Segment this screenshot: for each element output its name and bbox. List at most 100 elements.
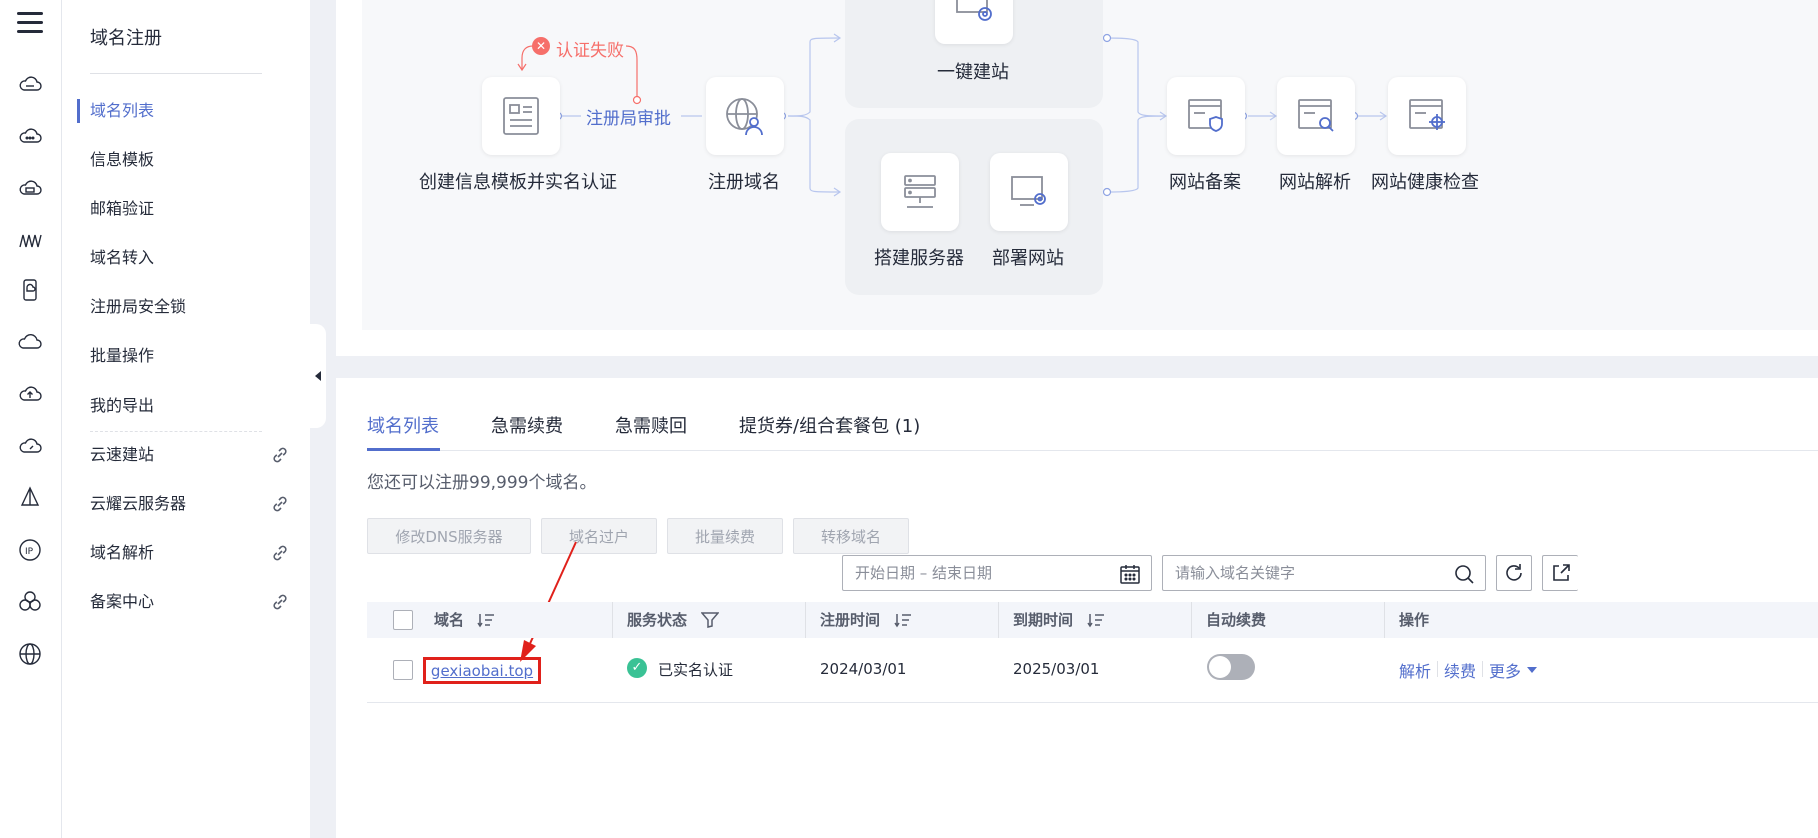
registration-date: 2024/03/01 (820, 660, 907, 678)
browser-crosshair-icon (1409, 99, 1445, 130)
refresh-button[interactable] (1496, 555, 1532, 591)
menu-item-label: 备案中心 (90, 592, 155, 611)
svg-text:IP: IP (25, 547, 34, 557)
active-tab-indicator (367, 448, 440, 451)
monitor-gear-icon (1011, 176, 1046, 206)
menu-item-registry-lock[interactable]: 注册局安全锁 (90, 295, 300, 319)
step-create-template-label: 创建信息模板并实名认证 (419, 172, 617, 193)
cloud-dots-icon[interactable] (16, 122, 44, 150)
section-divider (336, 356, 1818, 378)
chevron-left-icon (315, 371, 321, 381)
sort-icon[interactable] (894, 612, 912, 628)
icp-label: 网站备案 (1169, 172, 1241, 193)
modify-dns-button[interactable]: 修改DNS服务器 (367, 518, 531, 554)
tab-domain-list[interactable]: 域名列表 (367, 412, 439, 438)
move-domain-button[interactable]: 转移域名 (793, 518, 909, 554)
dns-node (1277, 77, 1355, 155)
menu-item-site-builder[interactable]: 云速建站 (90, 443, 300, 467)
register-domain-node (706, 77, 784, 155)
menu-item-icp-center[interactable]: 备案中心 (90, 590, 300, 614)
menu-item-dns[interactable]: 域名解析 (90, 541, 300, 565)
menu-icon[interactable] (17, 12, 43, 36)
ip-icon[interactable]: IP (16, 536, 44, 564)
wave-icon[interactable] (16, 226, 44, 254)
row-checkbox[interactable] (393, 660, 413, 680)
one-click-build-label: 一键建站 (937, 62, 1009, 83)
select-all-checkbox[interactable] (393, 610, 413, 630)
cloud-database-icon[interactable] (16, 174, 44, 202)
globe-user-icon (726, 98, 763, 136)
link-icon (273, 447, 287, 463)
id-card-icon (503, 97, 539, 135)
col-exp-date: 到期时间 (1013, 611, 1074, 629)
refresh-icon (1506, 564, 1522, 581)
cloud-server-icon[interactable] (16, 70, 44, 98)
renew-action-link[interactable]: 续费 (1444, 658, 1476, 682)
health-check-node (1388, 77, 1466, 155)
check-circle-icon: ✓ (627, 658, 647, 678)
auto-renew-toggle[interactable] (1207, 654, 1255, 680)
tab-renew-urgent[interactable]: 急需续费 (491, 412, 563, 438)
column-separator (998, 602, 999, 638)
menu-item-label: 域名列表 (90, 101, 155, 120)
menu-item-domain-list[interactable]: 域名列表 (77, 99, 300, 123)
sail-icon[interactable] (16, 484, 44, 512)
col-status: 服务状态 (627, 611, 688, 629)
filter-icon[interactable] (701, 612, 719, 628)
resolve-action-link[interactable]: 解析 (1399, 658, 1431, 682)
mobile-cloud-icon[interactable] (16, 276, 44, 304)
sort-icon[interactable] (1087, 612, 1105, 628)
flow-card: 创建信息模板并实名认证 ✕ 认证失败 注册局审批 注册域名 一键建站 搭建服务器… (336, 0, 1818, 356)
menu-item-domain-transfer-in[interactable]: 域名转入 (90, 246, 300, 270)
cloud-monitor-icon[interactable] (16, 432, 44, 460)
menu-divider (90, 431, 262, 432)
export-icon (1552, 564, 1570, 581)
date-range-picker[interactable]: 开始日期 – 结束日期 (842, 555, 1152, 591)
deploy-site-label: 部署网站 (992, 248, 1064, 269)
menu-item-label: 我的导出 (90, 396, 155, 415)
action-separator (1437, 661, 1438, 677)
clover-icon[interactable] (16, 588, 44, 616)
link-icon (273, 545, 287, 561)
main-content: 创建信息模板并实名认证 ✕ 认证失败 注册局审批 注册域名 一键建站 搭建服务器… (336, 0, 1818, 838)
caret-down-icon[interactable] (1527, 666, 1537, 674)
menu-item-label: 邮箱验证 (90, 199, 155, 218)
browser-search-icon (1298, 99, 1334, 132)
info-template-node (482, 77, 560, 155)
domain-search-input[interactable]: 请输入域名关键字 (1162, 555, 1486, 591)
cloud-icon[interactable] (16, 328, 44, 356)
quota-note: 您还可以注册99,999个域名。 (367, 473, 597, 493)
toggle-knob (1209, 656, 1231, 678)
side-menu: 域名注册 域名列表 信息模板 邮箱验证 域名转入 注册局安全锁 批量操作 我的导… (62, 0, 310, 838)
registry-approval-label: 注册局审批 (586, 109, 671, 129)
link-icon (273, 496, 287, 512)
cloud-upload-icon[interactable] (16, 380, 44, 408)
service-status: 已实名认证 (658, 661, 734, 679)
menu-item-email-verify[interactable]: 邮箱验证 (90, 197, 300, 221)
menu-item-batch-ops[interactable]: 批量操作 (90, 344, 300, 368)
tab-vouchers[interactable]: 提货券/组合套餐包 (1) (739, 412, 920, 438)
icp-node (1167, 77, 1245, 155)
search-icon[interactable] (1453, 563, 1475, 585)
menu-item-my-exports[interactable]: 我的导出 (90, 394, 300, 418)
column-separator (1384, 602, 1385, 638)
export-button[interactable] (1542, 555, 1578, 591)
menu-item-label: 信息模板 (90, 150, 155, 169)
domain-name-link[interactable]: gexiaobai.top (423, 657, 541, 684)
column-separator (612, 602, 613, 638)
menu-item-info-template[interactable]: 信息模板 (90, 148, 300, 172)
menu-item-flexus-server[interactable]: 云耀云服务器 (90, 492, 300, 516)
row-divider (367, 702, 1818, 703)
more-action-link[interactable]: 更多 (1489, 658, 1521, 682)
collapse-menu-button[interactable] (306, 324, 326, 428)
table-header: 域名 服务状态 注册时间 到期时间 自动续费 操作 (367, 602, 1818, 638)
tab-redeem-urgent[interactable]: 急需赎回 (615, 412, 687, 438)
col-domain: 域名 (434, 611, 465, 629)
globe-w-icon[interactable] (16, 640, 44, 668)
batch-renew-button[interactable]: 批量续费 (667, 518, 783, 554)
error-circle-icon: ✕ (532, 37, 550, 55)
health-check-label: 网站健康检查 (1371, 172, 1479, 193)
dns-label: 网站解析 (1279, 172, 1351, 193)
sort-icon[interactable] (477, 612, 495, 628)
search-placeholder: 请输入域名关键字 (1175, 564, 1296, 582)
